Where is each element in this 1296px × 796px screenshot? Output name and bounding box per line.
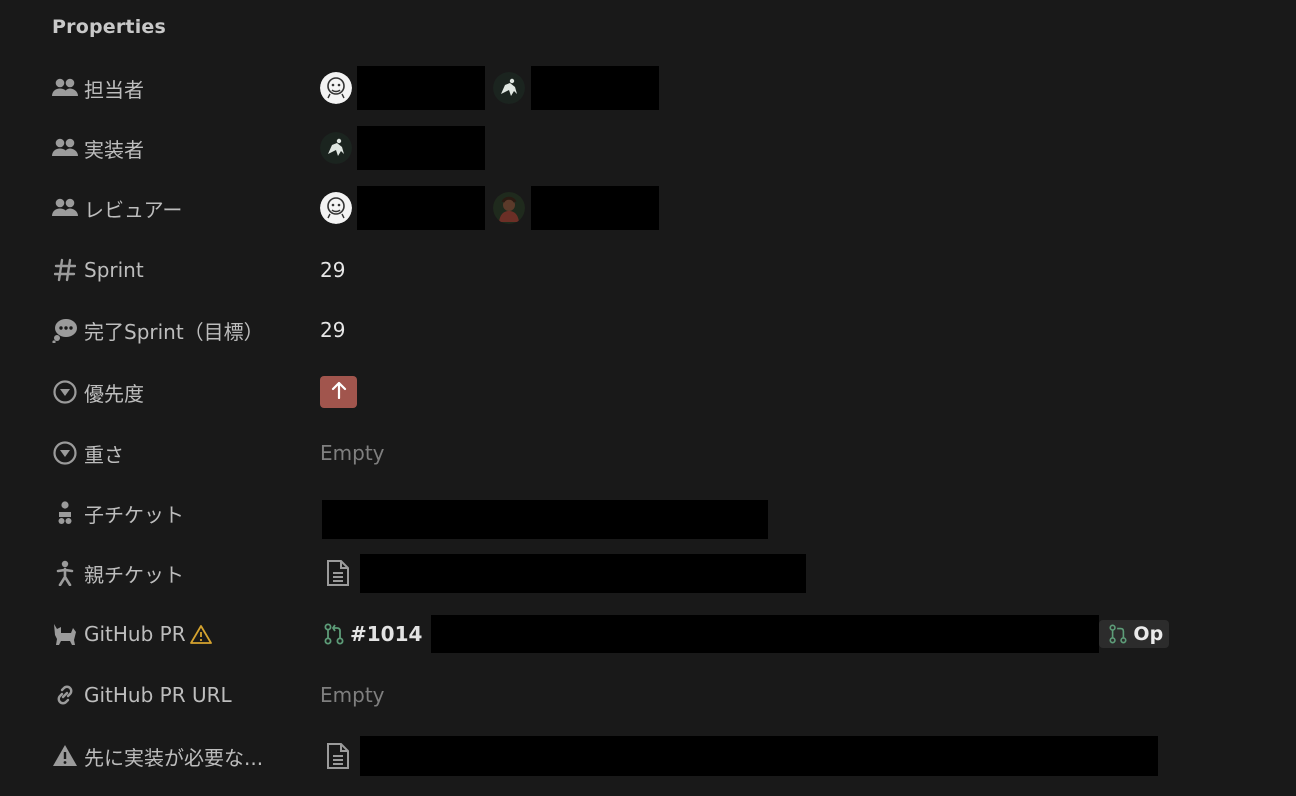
property-label-text: GitHub PR URL — [84, 683, 232, 707]
property-row-priority[interactable]: 優先度 — [0, 366, 1296, 418]
avatar[interactable] — [320, 192, 352, 224]
property-row-weight[interactable]: 重さ Empty — [0, 427, 1296, 479]
redacted-link — [360, 736, 1158, 776]
assignee-value[interactable] — [320, 62, 659, 114]
properties-panel: Properties 担当者 実装者 レビュアー Sprint 29 完了Spr… — [0, 0, 1296, 796]
people-icon — [52, 75, 78, 101]
property-label-text: レビュアー — [84, 197, 183, 222]
redacted-name — [531, 66, 659, 110]
pr-status-text: Op — [1133, 623, 1164, 645]
reviewer-value[interactable] — [320, 182, 659, 234]
property-label[interactable]: 担当者 — [52, 62, 144, 114]
sprint-value[interactable]: 29 — [320, 244, 345, 296]
avatar[interactable] — [493, 72, 525, 104]
property-label-text: 完了Sprint（目標） — [84, 319, 264, 344]
arrow-up-icon — [331, 380, 347, 404]
select-circle-icon — [52, 440, 78, 466]
property-row-github-pr[interactable]: GitHub PR #1014 Op — [0, 608, 1296, 660]
property-label[interactable]: GitHub PR URL — [52, 669, 232, 721]
warning-filled-icon — [52, 743, 78, 769]
child-ticket-value[interactable] — [320, 487, 768, 539]
redacted-name — [357, 126, 485, 170]
property-label[interactable]: 完了Sprint（目標） — [52, 304, 264, 356]
child-person-icon — [52, 500, 78, 526]
property-label-text: 担当者 — [84, 77, 144, 102]
property-label[interactable]: 実装者 — [52, 122, 144, 174]
property-row-reviewer[interactable]: レビュアー — [0, 182, 1296, 234]
property-label-text: 先に実装が必要な... — [84, 745, 264, 770]
property-label[interactable]: 子チケット — [52, 487, 184, 539]
thought-bubble-icon — [52, 317, 78, 343]
avatar[interactable] — [320, 72, 352, 104]
warning-triangle-icon — [189, 624, 212, 644]
link-icon — [52, 682, 78, 708]
implementer-value[interactable] — [320, 122, 485, 174]
avatar[interactable] — [320, 132, 352, 164]
property-row-target-sprint[interactable]: 完了Sprint（目標） 29 — [0, 304, 1296, 356]
property-label[interactable]: 親チケット — [52, 547, 184, 599]
pull-request-icon — [1109, 624, 1127, 644]
property-label[interactable]: 重さ — [52, 427, 124, 479]
section-title: Properties — [52, 16, 166, 38]
property-label-text: 優先度 — [84, 381, 144, 406]
property-label-text: Sprint — [84, 258, 144, 282]
document-icon — [323, 741, 353, 771]
property-row-github-pr-url[interactable]: GitHub PR URL Empty — [0, 669, 1296, 721]
property-label-text: 親チケット — [84, 562, 184, 587]
cat-icon — [52, 621, 78, 647]
person-icon — [52, 560, 78, 586]
property-label[interactable]: Sprint — [52, 244, 144, 296]
pr-status-badge: Op — [1099, 620, 1170, 648]
property-label-text: 実装者 — [84, 137, 144, 162]
redacted-link — [360, 553, 806, 593]
prerequisite-value[interactable] — [320, 730, 1158, 782]
property-row-implementer[interactable]: 実装者 — [0, 122, 1296, 174]
priority-tag[interactable] — [320, 376, 357, 408]
target-sprint-value[interactable]: 29 — [320, 304, 345, 356]
property-row-parent-ticket[interactable]: 親チケット — [0, 547, 1296, 599]
property-row-assignee[interactable]: 担当者 — [0, 62, 1296, 114]
people-icon — [52, 195, 78, 221]
select-circle-icon — [52, 379, 78, 405]
hash-icon — [52, 257, 78, 283]
people-icon — [52, 135, 78, 161]
redacted-name — [531, 186, 659, 230]
property-label[interactable]: 優先度 — [52, 366, 144, 418]
redacted-name — [357, 66, 485, 110]
redacted-pr-title — [431, 615, 1100, 653]
parent-ticket-value[interactable] — [320, 547, 806, 599]
github-pr-value[interactable]: #1014 Op — [320, 608, 1170, 660]
property-label-text: GitHub PR — [84, 622, 186, 646]
weight-value[interactable]: Empty — [320, 427, 385, 479]
github-pr-url-value[interactable]: Empty — [320, 669, 385, 721]
property-label[interactable]: 先に実装が必要な... — [52, 730, 263, 782]
property-label[interactable]: レビュアー — [52, 182, 182, 234]
property-row-prerequisite[interactable]: 先に実装が必要な... — [0, 730, 1296, 782]
document-icon — [323, 558, 353, 588]
redacted-name — [357, 186, 485, 230]
avatar[interactable] — [493, 192, 525, 224]
pull-request-icon — [324, 623, 344, 645]
property-label[interactable]: GitHub PR — [52, 608, 212, 660]
redacted-link — [322, 499, 768, 539]
property-label-text: 重さ — [84, 442, 124, 467]
priority-value[interactable] — [320, 366, 357, 418]
property-row-child-ticket[interactable]: 子チケット — [0, 487, 1296, 539]
property-label-text: 子チケット — [84, 502, 184, 527]
pr-number[interactable]: #1014 — [350, 622, 422, 646]
property-row-sprint[interactable]: Sprint 29 — [0, 244, 1296, 296]
